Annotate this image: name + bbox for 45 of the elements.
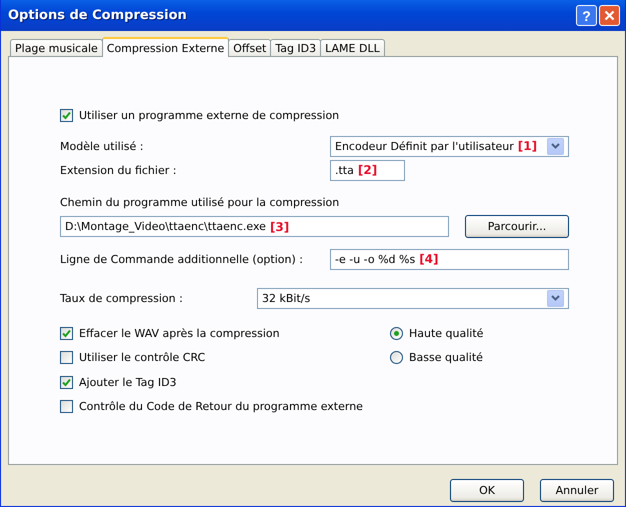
help-button[interactable]: ? [576, 5, 597, 26]
field-label: Modèle utilisé : [60, 140, 144, 152]
annotation-marker: [1] [518, 139, 538, 153]
checkbox-label: Ajouter le Tag ID3 [79, 376, 177, 389]
input-field[interactable]: D:\Montage_Video\ttaenc\ttaenc.exe [3] [60, 216, 449, 237]
field-label: Extension du fichier : [60, 164, 178, 176]
field-label: Chemin du programme utilisé pour la compression [60, 196, 340, 208]
caret-icon [551, 143, 560, 149]
radio-button[interactable] [390, 351, 403, 364]
check-icon [62, 378, 71, 387]
input-field[interactable]: .tta [2] [330, 160, 405, 180]
checkbox[interactable] [60, 400, 73, 414]
dropdown[interactable]: 32 kBit/s [257, 288, 569, 308]
dropdown[interactable]: Encodeur Définit par l'utilisateur [1] [330, 136, 569, 156]
browse-button[interactable]: Parcourir... [465, 215, 569, 238]
field-label: Ligne de Commande additionnelle (option) : [60, 252, 304, 266]
ok-button[interactable]: OK [450, 479, 524, 502]
checkbox-label: Utiliser le contrôle CRC [79, 351, 206, 364]
cancel-button[interactable]: Annuler [540, 479, 614, 502]
checkbox-label: Contrôle du Code de Retour du programme externe [79, 400, 363, 414]
checkbox[interactable] [60, 108, 73, 122]
checkbox[interactable] [60, 351, 73, 364]
tab[interactable]: Plage musicale [10, 39, 103, 57]
window-title: Options de Compression [8, 8, 188, 23]
close-icon [604, 10, 615, 21]
annotation-marker: [4] [419, 252, 439, 266]
tab[interactable]: Tag ID3 [270, 39, 322, 57]
radio-button[interactable] [390, 326, 403, 340]
radio-label: Basse qualité [409, 351, 483, 364]
caret-icon [551, 295, 560, 301]
checkbox[interactable] [60, 326, 73, 340]
checkbox[interactable] [60, 376, 73, 389]
annotation-marker: [3] [270, 220, 290, 234]
radio-label: Haute qualité [409, 326, 484, 340]
annotation-marker: [2] [358, 163, 378, 177]
checkbox-label: Effacer le WAV après la compression [79, 326, 280, 340]
field-label: Taux de compression : [60, 292, 184, 304]
check-icon [62, 110, 71, 120]
close-button[interactable] [599, 5, 620, 26]
checkbox-label: Utiliser un programme externe de compression [79, 108, 340, 122]
input-field[interactable]: -e -u -o %d %s [4] [330, 248, 569, 270]
check-icon [62, 328, 71, 338]
tab[interactable]: Offset [228, 39, 272, 57]
tab[interactable]: Compression Externe [102, 37, 230, 57]
tab[interactable]: LAME DLL [320, 39, 385, 57]
